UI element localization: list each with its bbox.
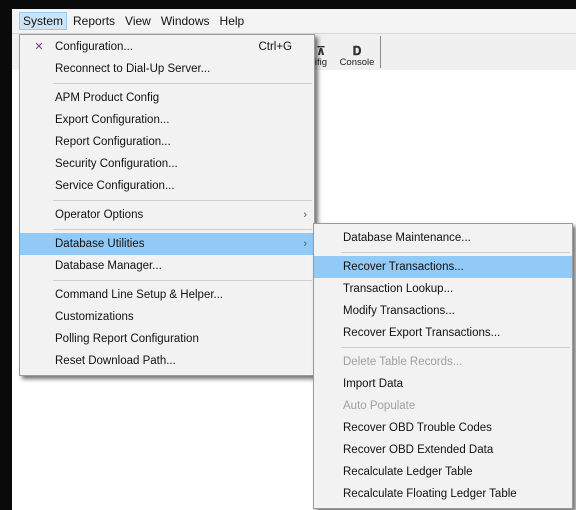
menu-item-recover-obd-trouble-codes[interactable]: Recover OBD Trouble Codes [314, 417, 572, 439]
menu-item-label: Service Configuration... [55, 180, 175, 192]
menu-item-delete-table-records: Delete Table Records... [314, 351, 572, 373]
menu-item-database-manager[interactable]: Database Manager... [20, 255, 314, 277]
menu-item-label: Operator Options [55, 209, 144, 221]
window-frame-left [0, 0, 12, 510]
menu-separator [53, 229, 312, 230]
menu-item-service-configuration[interactable]: Service Configuration... [20, 175, 314, 197]
menu-item-label: Recover OBD Trouble Codes [343, 422, 492, 434]
menu-item-label: Auto Populate [343, 400, 416, 412]
menu-item-operator-options[interactable]: Operator Options › [20, 204, 314, 226]
database-utilities-submenu: Database Maintenance... Recover Transact… [313, 223, 573, 509]
menu-item-label: Recover Export Transactions... [343, 327, 501, 339]
tool-icon: ⊼ [316, 44, 326, 58]
menu-item-label: APM Product Config [55, 92, 160, 104]
menu-item-label: Recover Transactions... [343, 261, 464, 273]
menu-item-report-configuration[interactable]: Report Configuration... [20, 131, 314, 153]
menu-item-label: Recover OBD Extended Data [343, 444, 494, 456]
menu-item-label: Export Configuration... [55, 114, 170, 126]
menu-item-modify-transactions[interactable]: Modify Transactions... [314, 300, 572, 322]
menu-item-label: Database Manager... [55, 260, 162, 272]
menu-item-auto-populate: Auto Populate [314, 395, 572, 417]
menu-separator [341, 252, 570, 253]
menu-item-recalculate-ledger-table[interactable]: Recalculate Ledger Table [314, 461, 572, 483]
submenu-arrow-icon: › [303, 238, 307, 250]
menu-item-label: Command Line Setup & Helper... [55, 289, 224, 301]
menu-item-reset-download-path[interactable]: Reset Download Path... [20, 350, 314, 372]
menu-item-label: Customizations [55, 311, 134, 323]
menu-item-reconnect-label: Reconnect to Dial-Up Server... [55, 63, 211, 75]
system-menu: ✕ Configuration... Ctrl+G Reconnect to D… [19, 34, 315, 376]
menu-reports[interactable]: Reports [69, 12, 119, 30]
console-toolbar-button[interactable]: 𝐃 Console [339, 36, 375, 68]
menu-item-label: Security Configuration... [55, 158, 178, 170]
menu-system[interactable]: System [19, 12, 68, 30]
config-toolbar-label: ifig [314, 57, 328, 68]
menu-item-recover-transactions[interactable]: Recover Transactions... [314, 256, 572, 278]
menu-separator [341, 347, 570, 348]
menu-item-configuration-label: Configuration... [55, 41, 133, 53]
menu-item-reconnect[interactable]: Reconnect to Dial-Up Server... [20, 58, 314, 80]
menu-help[interactable]: Help [216, 12, 249, 30]
console-icon: 𝐃 [352, 44, 362, 58]
menu-separator [53, 200, 312, 201]
tools-icon: ✕ [34, 41, 44, 53]
shortcut-text: Ctrl+G [258, 41, 292, 53]
menu-item-label: Polling Report Configuration [55, 333, 199, 345]
menu-item-database-maintenance[interactable]: Database Maintenance... [314, 227, 572, 249]
menu-item-label: Import Data [343, 378, 404, 390]
menu-item-label: Report Configuration... [55, 136, 171, 148]
menu-item-transaction-lookup[interactable]: Transaction Lookup... [314, 278, 572, 300]
menu-item-label: Modify Transactions... [343, 305, 455, 317]
menu-bar: System Reports View Windows Help [12, 9, 576, 34]
menu-item-recover-obd-extended-data[interactable]: Recover OBD Extended Data [314, 439, 572, 461]
menu-item-security-configuration[interactable]: Security Configuration... [20, 153, 314, 175]
menu-item-command-line-setup[interactable]: Command Line Setup & Helper... [20, 284, 314, 306]
menu-item-polling-report-configuration[interactable]: Polling Report Configuration [20, 328, 314, 350]
menu-item-recover-export-transactions[interactable]: Recover Export Transactions... [314, 322, 572, 344]
window-frame-top [0, 0, 576, 9]
menu-item-label: Transaction Lookup... [343, 283, 454, 295]
menu-windows[interactable]: Windows [157, 12, 214, 30]
console-toolbar-label: Console [339, 57, 375, 68]
menu-separator [53, 83, 312, 84]
toolbar-separator [380, 36, 381, 68]
menu-item-label: Delete Table Records... [343, 356, 463, 368]
menu-item-label: Recalculate Floating Ledger Table [343, 488, 517, 500]
menu-item-label: Database Utilities [55, 238, 145, 250]
menu-item-label: Reset Download Path... [55, 355, 176, 367]
menu-item-label: Database Maintenance... [343, 232, 471, 244]
menu-item-export-configuration[interactable]: Export Configuration... [20, 109, 314, 131]
menu-item-apm-product-config[interactable]: APM Product Config [20, 87, 314, 109]
menu-item-import-data[interactable]: Import Data [314, 373, 572, 395]
menu-item-database-utilities[interactable]: Database Utilities › [20, 233, 314, 255]
menu-separator [53, 280, 312, 281]
menu-item-label: Recalculate Ledger Table [343, 466, 473, 478]
menu-view[interactable]: View [121, 12, 155, 30]
menu-item-configuration[interactable]: ✕ Configuration... Ctrl+G [20, 36, 314, 58]
menu-item-recalculate-floating-ledger-table[interactable]: Recalculate Floating Ledger Table [314, 483, 572, 505]
submenu-arrow-icon: › [303, 209, 307, 221]
menu-item-customizations[interactable]: Customizations [20, 306, 314, 328]
